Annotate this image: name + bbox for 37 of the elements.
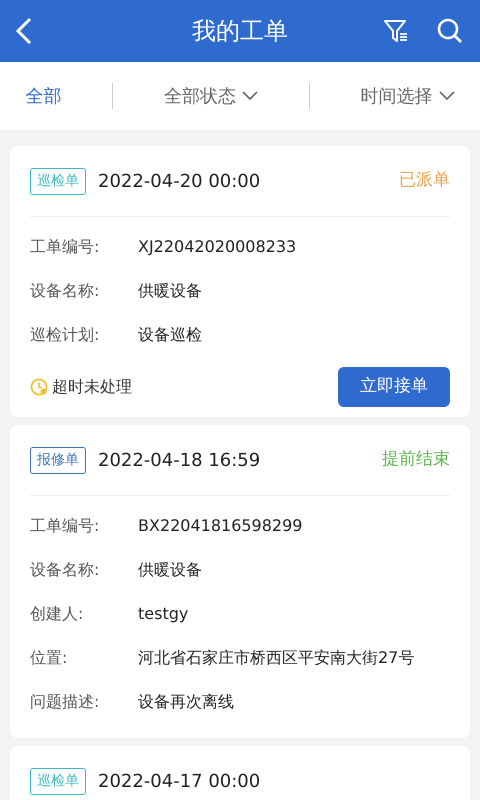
order-status: 提前结束 xyxy=(382,448,450,472)
field-label: 问题描述: xyxy=(30,691,100,713)
accept-order-button[interactable]: 立即接单 xyxy=(338,367,450,407)
field-value: 供暖设备 xyxy=(138,280,202,302)
search-icon[interactable] xyxy=(436,17,464,45)
field-label: 设备名称: xyxy=(30,280,100,302)
field-label: 工单编号: xyxy=(30,515,100,537)
field-label: 创建人: xyxy=(30,603,84,625)
page-title: 我的工单 xyxy=(192,16,288,47)
filter-tab[interactable]: 全部状态 xyxy=(164,82,258,110)
order-type-tag: 巡检单 xyxy=(30,168,86,194)
order-card[interactable]: 巡检单 2022-04-17 00:00 xyxy=(10,746,470,800)
field-value: testgy xyxy=(138,603,188,625)
filter-tab[interactable]: 时间选择 xyxy=(360,82,455,110)
field-label: 设备名称: xyxy=(30,559,100,581)
field-label: 位置: xyxy=(30,647,68,669)
field-value: 设备巡检 xyxy=(138,324,202,346)
field-value: 供暖设备 xyxy=(138,559,202,581)
field-value: 河北省石家庄市桥西区平安南大街27号 xyxy=(138,647,414,669)
order-status: 已派单 xyxy=(399,169,450,192)
back-button[interactable] xyxy=(14,16,34,46)
field-value: 设备再次离线 xyxy=(138,691,234,713)
order-datetime: 2022-04-17 00:00 xyxy=(98,770,260,794)
field-value: BX22041816598299 xyxy=(138,515,302,537)
timeout-warning: 超时未处理 xyxy=(52,376,132,398)
filter-tab[interactable]: 全部 xyxy=(25,82,62,110)
field-label: 工单编号: xyxy=(30,236,100,258)
order-type-tag: 巡检单 xyxy=(30,768,86,794)
order-datetime: 2022-04-18 16:59 xyxy=(98,448,260,472)
order-datetime: 2022-04-20 00:00 xyxy=(98,170,260,194)
field-label: 巡检计划: xyxy=(30,324,100,346)
order-type-tag: 报修单 xyxy=(30,446,86,474)
clock-warning-icon xyxy=(30,378,48,396)
field-value: XJ22042020008233 xyxy=(138,236,296,258)
order-card[interactable]: 报修单 2022-04-18 16:59 提前结束 工单编号: BX22041816598299 设备名称: 供暖设备 创建人: testgy 位置: 河北省石家庄市桥西区平安南大街27号 问题描述: 设备再次离线 xyxy=(10,425,470,738)
filter-icon[interactable] xyxy=(382,17,410,45)
order-card[interactable]: 巡检单 2022-04-20 00:00 已派单 工单编号: XJ22042020008233 设备名称: 供暖设备 巡检计划: 设备巡检 超时未处理 立即接单 xyxy=(10,146,470,417)
